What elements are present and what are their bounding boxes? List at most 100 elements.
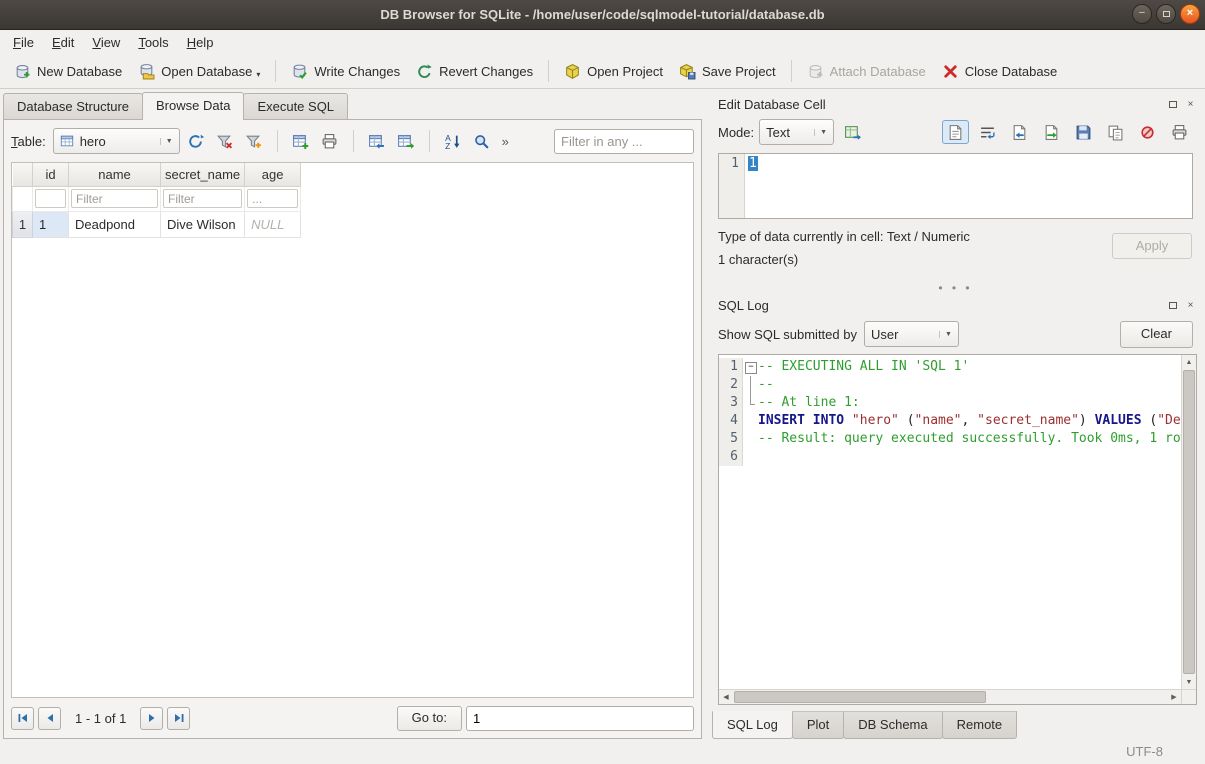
maximize-button[interactable] bbox=[1156, 4, 1176, 24]
open-database-dropdown-icon[interactable]: ▾ bbox=[256, 70, 260, 79]
menu-view[interactable]: View bbox=[83, 32, 129, 53]
scroll-down-icon[interactable]: ▼ bbox=[1182, 675, 1196, 689]
text-mode-button[interactable] bbox=[942, 120, 969, 144]
row-header[interactable]: 1 bbox=[13, 211, 33, 237]
column-header-id[interactable]: id bbox=[33, 163, 69, 186]
previous-record-button[interactable] bbox=[38, 707, 61, 730]
column-header-name[interactable]: name bbox=[69, 163, 161, 186]
save-filter-button[interactable] bbox=[241, 129, 267, 153]
scrollbar-thumb[interactable] bbox=[734, 691, 986, 703]
filter-input-secret-name[interactable] bbox=[163, 189, 242, 208]
goto-input[interactable] bbox=[466, 706, 694, 731]
cell-id[interactable]: 1 bbox=[33, 211, 69, 237]
horizontal-scrollbar[interactable]: ◀ ▶ bbox=[719, 689, 1181, 704]
tab-database-structure[interactable]: Database Structure bbox=[3, 93, 143, 119]
open-preview-button[interactable] bbox=[839, 120, 866, 144]
goto-button[interactable]: Go to: bbox=[397, 706, 462, 731]
print-cell-button[interactable] bbox=[1166, 120, 1193, 144]
column-header-age[interactable]: age bbox=[245, 163, 301, 186]
toolbar-overflow-chevron[interactable]: » bbox=[498, 134, 513, 149]
main-toolbar: New Database Open Database ▾ Write Chang… bbox=[0, 54, 1205, 89]
close-button[interactable]: × bbox=[1180, 4, 1200, 24]
set-null-button[interactable] bbox=[1134, 120, 1161, 144]
clear-log-button[interactable]: Clear bbox=[1120, 321, 1193, 348]
log-line: 1-- EXECUTING ALL IN 'SQL 1' bbox=[719, 358, 1181, 376]
dock-tab-remote[interactable]: Remote bbox=[942, 711, 1018, 739]
print-records-button[interactable] bbox=[317, 129, 343, 153]
fold-marker-icon[interactable] bbox=[743, 358, 758, 376]
export-table-button[interactable] bbox=[393, 129, 419, 153]
close-dock-icon[interactable]: × bbox=[1184, 299, 1197, 312]
window-controls: − × bbox=[1132, 4, 1200, 24]
column-header-secret-name[interactable]: secret_name bbox=[161, 163, 245, 186]
clear-filters-icon bbox=[216, 133, 233, 150]
table-selector[interactable]: hero ▼ bbox=[53, 128, 180, 154]
filter-input-age[interactable] bbox=[247, 189, 298, 208]
log-line: 4INSERT INTO "hero" ("name", "secret_nam… bbox=[719, 412, 1181, 430]
cell-editor[interactable]: 1 1 bbox=[718, 153, 1193, 219]
print-records-icon bbox=[321, 133, 338, 150]
float-dock-icon[interactable] bbox=[1166, 299, 1179, 312]
scrollbar-thumb[interactable] bbox=[1183, 370, 1195, 674]
next-record-button[interactable] bbox=[140, 707, 163, 730]
menu-file[interactable]: File bbox=[4, 32, 43, 53]
menu-help[interactable]: Help bbox=[178, 32, 223, 53]
import-file-button[interactable] bbox=[1006, 120, 1033, 144]
horizontal-splitter[interactable]: • • • bbox=[710, 283, 1201, 293]
last-record-button[interactable] bbox=[167, 707, 190, 730]
open-database-button[interactable]: Open Database ▾ bbox=[130, 58, 268, 85]
log-line-number: 3 bbox=[719, 394, 743, 412]
dock-tab-db-schema[interactable]: DB Schema bbox=[843, 711, 942, 739]
refresh-button[interactable] bbox=[183, 129, 209, 153]
vertical-splitter[interactable] bbox=[702, 92, 710, 739]
filter-input-name[interactable] bbox=[71, 189, 158, 208]
tab-execute-sql[interactable]: Execute SQL bbox=[243, 93, 348, 119]
menu-tools[interactable]: Tools bbox=[129, 32, 177, 53]
write-changes-button[interactable]: Write Changes bbox=[283, 58, 408, 85]
grid-corner-cell[interactable] bbox=[13, 163, 33, 186]
revert-changes-button[interactable]: Revert Changes bbox=[408, 58, 541, 85]
tab-browse-data[interactable]: Browse Data bbox=[142, 92, 244, 120]
scroll-left-icon[interactable]: ◀ bbox=[719, 690, 733, 704]
find-in-table-button[interactable] bbox=[469, 129, 495, 153]
cell-name[interactable]: Deadpond bbox=[69, 211, 161, 237]
sql-log-lines: 1-- EXECUTING ALL IN 'SQL 1'2--3-- At li… bbox=[719, 355, 1181, 689]
import-table-icon bbox=[368, 133, 385, 150]
sql-log-controls: Show SQL submitted by User ▼ Clear bbox=[710, 318, 1201, 350]
save-as-button[interactable] bbox=[1070, 120, 1097, 144]
edit-cell-header: Edit Database Cell × bbox=[710, 92, 1201, 117]
vertical-scrollbar[interactable]: ▲ ▼ bbox=[1181, 355, 1196, 689]
import-table-button[interactable] bbox=[364, 129, 390, 153]
new-record-button[interactable] bbox=[288, 129, 314, 153]
attach-database-icon bbox=[807, 63, 824, 80]
cell-age[interactable]: NULL bbox=[245, 211, 301, 237]
close-database-button[interactable]: Close Database bbox=[934, 58, 1066, 85]
float-dock-icon[interactable] bbox=[1166, 98, 1179, 111]
dock-tab-plot[interactable]: Plot bbox=[792, 711, 844, 739]
minimize-button[interactable]: − bbox=[1132, 4, 1152, 24]
new-database-button[interactable]: New Database bbox=[6, 58, 130, 85]
mode-selector[interactable]: Text ▼ bbox=[759, 119, 834, 145]
cell-secret-name[interactable]: Dive Wilson bbox=[161, 211, 245, 237]
filter-input-id[interactable] bbox=[35, 189, 66, 208]
clear-filters-button[interactable] bbox=[212, 129, 238, 153]
log-line-number: 5 bbox=[719, 430, 743, 448]
save-project-button[interactable]: Save Project bbox=[671, 58, 784, 85]
dock-tab-sql-log[interactable]: SQL Log bbox=[712, 711, 793, 739]
export-file-icon bbox=[1043, 124, 1060, 141]
word-wrap-button[interactable] bbox=[974, 120, 1001, 144]
scroll-right-icon[interactable]: ▶ bbox=[1167, 690, 1181, 704]
first-record-button[interactable] bbox=[11, 707, 34, 730]
filter-any-input[interactable] bbox=[554, 129, 694, 154]
scroll-up-icon[interactable]: ▲ bbox=[1182, 355, 1196, 369]
log-line-text: INSERT INTO "hero" ("name", "secret_name… bbox=[758, 412, 1181, 430]
sql-source-selector[interactable]: User ▼ bbox=[864, 321, 959, 347]
cell-editor-text[interactable]: 1 bbox=[748, 156, 758, 171]
export-file-button[interactable] bbox=[1038, 120, 1065, 144]
open-project-button[interactable]: Open Project bbox=[556, 58, 671, 85]
titlebar[interactable]: DB Browser for SQLite - /home/user/code/… bbox=[0, 0, 1205, 30]
copy-button[interactable] bbox=[1102, 120, 1129, 144]
menu-edit[interactable]: Edit bbox=[43, 32, 83, 53]
sort-records-button[interactable]: AZ bbox=[440, 129, 466, 153]
close-dock-icon[interactable]: × bbox=[1184, 98, 1197, 111]
